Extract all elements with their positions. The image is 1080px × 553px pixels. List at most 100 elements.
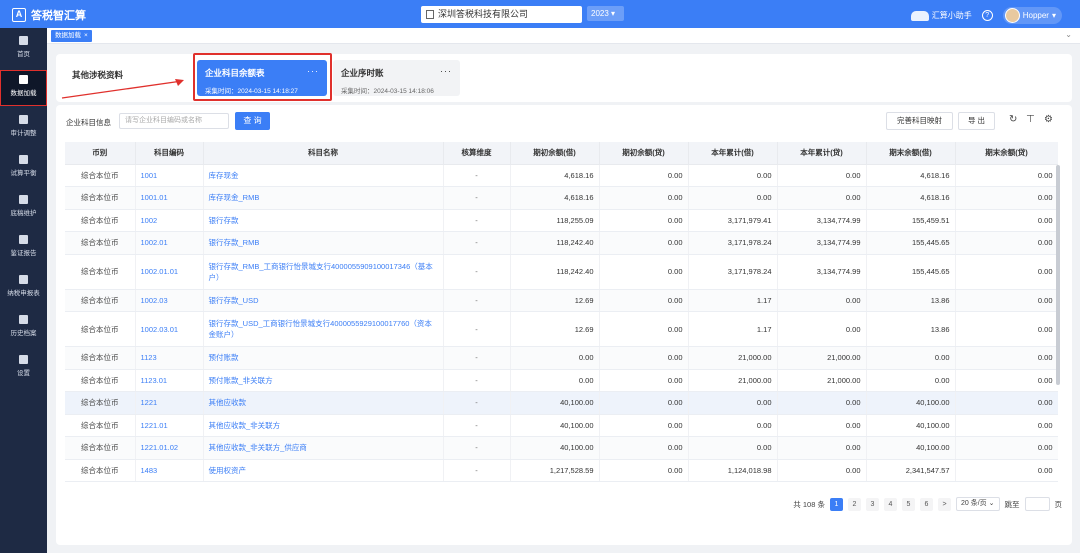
opening-debit-cell: 0.00 <box>510 369 600 392</box>
sidebar-item-tax-return[interactable]: 纳税申报表 <box>0 270 47 306</box>
user-menu[interactable]: Hopper ▾ <box>1002 7 1062 24</box>
sidebar-item-audit-adjust[interactable]: 审计调整 <box>0 110 47 146</box>
account-code-link[interactable]: 1221 <box>135 391 204 415</box>
account-name-link[interactable]: 银行存款_RMB_工商银行怡景城支行4000055909100017346（基本… <box>203 254 444 290</box>
closing-debit-cell: 40,100.00 <box>866 436 956 460</box>
export-button[interactable]: 导 出 <box>958 112 995 130</box>
closing-credit-cell: 0.00 <box>955 231 1058 255</box>
column-header[interactable]: 本年累计(借) <box>688 142 778 165</box>
column-header[interactable]: 期末余额(贷) <box>955 142 1058 165</box>
sidebar-item-workpaper[interactable]: 底稿维护 <box>0 190 47 226</box>
account-name-link[interactable]: 银行存款 <box>203 209 444 232</box>
table-scrollbar[interactable] <box>1056 165 1060 385</box>
closing-credit-cell: 0.00 <box>955 186 1058 210</box>
opening-credit-cell: 0.00 <box>599 164 689 187</box>
column-header[interactable]: 期初余额(借) <box>510 142 600 165</box>
page-jump-input[interactable] <box>1024 497 1050 511</box>
app-logo[interactable]: A 答税智汇算 <box>12 7 86 23</box>
column-header[interactable]: 科目编码 <box>135 142 204 165</box>
sidebar-item-trial-balance[interactable]: 试算平衡 <box>0 150 47 186</box>
sidebar-item-data-load[interactable]: 数据加载 <box>0 70 47 106</box>
account-name-link[interactable]: 使用权资产 <box>203 459 444 482</box>
account-name-link[interactable]: 银行存款_USD <box>203 289 444 312</box>
refresh-icon[interactable]: ↻ <box>1009 115 1017 125</box>
column-header[interactable]: 期初余额(贷) <box>599 142 689 165</box>
sidebar-item-settings[interactable]: 设置 <box>0 350 47 386</box>
company-selector[interactable]: 深圳答税科技有限公司 <box>421 6 582 23</box>
account-code-link[interactable]: 1002.03 <box>135 289 204 312</box>
account-name-link[interactable]: 其他应收款_非关联方 <box>203 414 444 437</box>
account-code-link[interactable]: 1002 <box>135 209 204 232</box>
help-icon[interactable]: ? <box>981 10 993 21</box>
account-name-link[interactable]: 预付账款 <box>203 346 444 370</box>
column-header[interactable]: 期末余额(借) <box>866 142 956 165</box>
table-row[interactable]: 综合本位币 1001.01 库存现金_RMB -4,618.16 0.00 0.00 0.0… <box>65 186 1058 210</box>
account-code-link[interactable]: 1221.01 <box>135 414 204 437</box>
opening-credit-cell: 0.00 <box>599 231 689 255</box>
account-code-link[interactable]: 1001.01 <box>135 186 204 210</box>
top-bar: A 答税智汇算 深圳答税科技有限公司 2023 ▾ 汇算小助手 ? Hopper… <box>0 0 1080 28</box>
complete-mapping-button[interactable]: 完善科目映射 <box>886 112 953 130</box>
ytd-debit-cell: 3,171,978.24 <box>688 254 778 290</box>
account-name-link[interactable]: 其他应收款 <box>203 391 444 415</box>
card-journal[interactable]: 企业序时账 采集时间：2024-03-15 14:18:06 ··· <box>333 60 460 96</box>
page-button[interactable]: 3 <box>865 497 879 511</box>
table-row[interactable]: 综合本位币 1221.01 其他应收款_非关联方 -40,100.00 0.00 0.00… <box>65 414 1058 437</box>
sidebar-item-report[interactable]: 鉴证报告 <box>0 230 47 266</box>
account-name-link[interactable]: 其他应收款_非关联方_供应商 <box>203 436 444 460</box>
page-button[interactable]: 1 <box>829 497 843 511</box>
account-name-link[interactable]: 库存现金_RMB <box>203 186 444 210</box>
assistant-button[interactable]: 汇算小助手 <box>910 10 972 21</box>
table-row[interactable]: 综合本位币 1002 银行存款 -118,255.09 0.00 3,171,979.41… <box>65 209 1058 232</box>
sidebar-item-home[interactable]: 首页 <box>0 31 47 67</box>
table-row[interactable]: 综合本位币 1483 使用权资产 -1,217,528.59 0.00 1,124,018… <box>65 459 1058 482</box>
page-button[interactable]: 4 <box>883 497 897 511</box>
account-name-link[interactable]: 银行存款_USD_工商银行怡景城支行4000055929100017760（资本… <box>203 311 444 347</box>
account-code-link[interactable]: 1002.01 <box>135 231 204 255</box>
column-height-icon[interactable]: ⊤ <box>1026 115 1035 125</box>
table-row[interactable]: 综合本位币 1221.01.02 其他应收款_非关联方_供应商 -40,100.00 0… <box>65 436 1058 460</box>
query-button[interactable]: 查 询 <box>235 112 270 130</box>
account-code-link[interactable]: 1002.01.01 <box>135 254 204 290</box>
close-icon[interactable]: × <box>84 32 88 39</box>
tab-data-load[interactable]: 数据加载 × <box>51 30 92 42</box>
table-row[interactable]: 综合本位币 1002.03.01 银行存款_USD_工商银行怡景城支行4000055… <box>65 311 1058 347</box>
year-selector[interactable]: 2023 ▾ <box>587 6 624 21</box>
column-header[interactable]: 币别 <box>65 142 136 165</box>
table-row[interactable]: 综合本位币 1002.01.01 银行存款_RMB_工商银行怡景城支行4000055… <box>65 254 1058 290</box>
sidebar-item-history[interactable]: 历史档案 <box>0 310 47 346</box>
column-header[interactable]: 本年累计(贷) <box>777 142 867 165</box>
dimension-cell: - <box>443 369 511 392</box>
page-size-select[interactable]: 20 条/页 ⌄ <box>955 497 1000 511</box>
next-page-button[interactable]: > <box>937 497 951 511</box>
account-code-link[interactable]: 1123 <box>135 346 204 370</box>
settings-icon[interactable]: ⚙ <box>1044 115 1053 125</box>
page-button[interactable]: 2 <box>847 497 861 511</box>
account-code-link[interactable]: 1123.01 <box>135 369 204 392</box>
card-title: 企业序时账 <box>341 68 384 78</box>
account-code-link[interactable]: 1001 <box>135 164 204 187</box>
account-name-link[interactable]: 预付账款_非关联方 <box>203 369 444 392</box>
column-header[interactable]: 科目名称 <box>203 142 444 165</box>
page-button[interactable]: 6 <box>919 497 933 511</box>
column-header[interactable]: 核算维度 <box>443 142 511 165</box>
opening-debit-cell: 40,100.00 <box>510 414 600 437</box>
table-row[interactable]: 综合本位币 1002.03 银行存款_USD -12.69 0.00 1.17 0.00 13… <box>65 289 1058 312</box>
closing-credit-cell: 0.00 <box>955 164 1058 187</box>
account-name-link[interactable]: 银行存款_RMB <box>203 231 444 255</box>
table-row[interactable]: 综合本位币 1221 其他应收款 -40,100.00 0.00 0.00 0.00 40,1… <box>65 391 1058 415</box>
account-code-link[interactable]: 1221.01.02 <box>135 436 204 460</box>
chevron-down-icon[interactable]: ⌄ <box>1065 30 1072 39</box>
account-code-link[interactable]: 1002.03.01 <box>135 311 204 347</box>
account-code-link[interactable]: 1483 <box>135 459 204 482</box>
table-row[interactable]: 综合本位币 1002.01 银行存款_RMB -118,242.40 0.00 3,171… <box>65 231 1058 255</box>
more-icon[interactable]: ··· <box>440 66 452 76</box>
closing-credit-cell: 0.00 <box>955 289 1058 312</box>
table-row[interactable]: 综合本位币 1123 预付账款 -0.00 0.00 21,000.00 21,000.00… <box>65 346 1058 370</box>
account-search-input[interactable]: 请写企业科目编码或名称 <box>119 113 229 129</box>
account-name-link[interactable]: 库存现金 <box>203 164 444 187</box>
opening-debit-cell: 4,618.16 <box>510 164 600 187</box>
table-row[interactable]: 综合本位币 1123.01 预付账款_非关联方 -0.00 0.00 21,000.00 2… <box>65 369 1058 392</box>
table-row[interactable]: 综合本位币 1001 库存现金 -4,618.16 0.00 0.00 0.00 4,618.… <box>65 164 1058 187</box>
page-button[interactable]: 5 <box>901 497 915 511</box>
